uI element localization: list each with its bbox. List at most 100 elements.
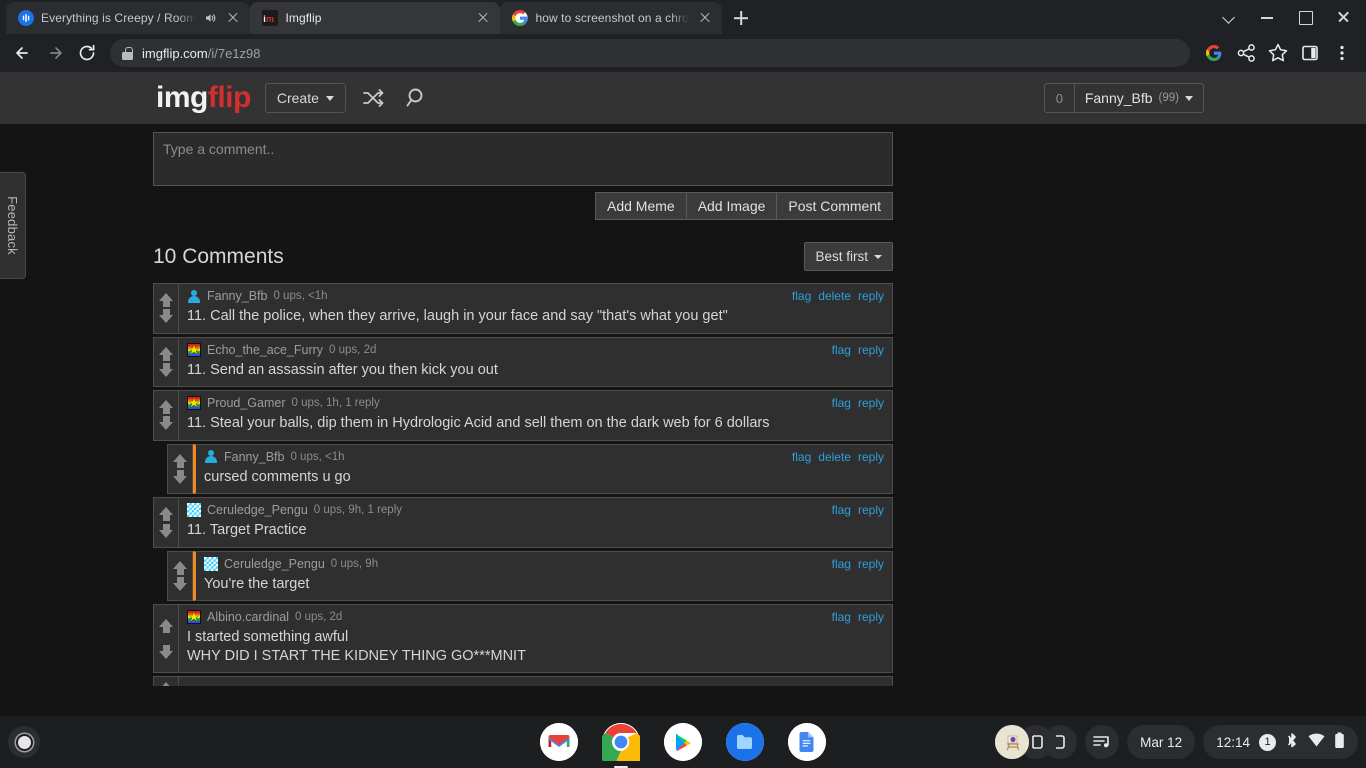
downvote-icon[interactable] <box>159 416 173 431</box>
flag-link[interactable]: flag <box>832 396 851 410</box>
delete-link[interactable]: delete <box>818 289 851 303</box>
flag-link[interactable]: flag <box>832 503 851 517</box>
rainbow-star-avatar[interactable]: ★ <box>187 342 201 357</box>
create-button[interactable]: Create <box>264 83 346 113</box>
cyan-checker-avatar[interactable] <box>204 556 218 571</box>
minimize-icon[interactable] <box>1248 0 1286 34</box>
screen-capture-group[interactable] <box>995 725 1078 759</box>
close-icon[interactable] <box>1324 0 1362 34</box>
launcher-button[interactable] <box>8 726 40 758</box>
upvote-icon[interactable] <box>159 293 173 308</box>
battery-icon[interactable] <box>1334 732 1345 752</box>
tab-close-icon[interactable] <box>696 9 714 27</box>
comment-author[interactable]: Echo_the_ace_Furry <box>207 343 323 357</box>
wifi-icon[interactable] <box>1308 733 1325 751</box>
username-dropdown[interactable]: Fanny_Bfb (99) <box>1075 84 1203 112</box>
screen-record-icon[interactable] <box>1043 725 1078 759</box>
imgflip-logo[interactable]: imgflip <box>156 81 251 115</box>
gmail-icon[interactable] <box>540 723 578 761</box>
downvote-icon[interactable] <box>159 362 173 377</box>
tab-close-icon[interactable] <box>474 9 492 27</box>
rainbow-star-avatar[interactable]: ★ <box>187 610 201 625</box>
downvote-icon[interactable] <box>173 470 187 485</box>
comment-author[interactable]: Ceruledge_Pengu <box>224 557 325 571</box>
chromeos-shelf: Mar 12 12:14 1 <box>0 716 1366 768</box>
reply-link[interactable]: reply <box>858 557 884 571</box>
add-meme-button[interactable]: Add Meme <box>594 192 687 220</box>
address-bar[interactable]: imgflip.com/i/7e1z98 <box>110 39 1190 67</box>
person-avatar[interactable] <box>204 450 218 464</box>
reply-link[interactable]: reply <box>858 450 884 464</box>
shuffle-icon[interactable] <box>356 81 390 115</box>
reply-link[interactable]: reply <box>858 289 884 303</box>
back-icon[interactable] <box>8 38 38 68</box>
comment-author[interactable]: Fanny_Bfb <box>207 289 267 303</box>
downvote-icon[interactable] <box>173 577 187 592</box>
chrome-icon[interactable] <box>597 723 646 768</box>
reload-icon[interactable] <box>72 38 102 68</box>
tab-audio-icon[interactable] <box>203 11 217 25</box>
downvote-icon[interactable] <box>159 309 173 324</box>
status-tray-button[interactable]: 12:14 1 <box>1203 725 1358 759</box>
cyan-checker-avatar[interactable] <box>187 503 201 518</box>
flag-link[interactable]: flag <box>832 557 851 571</box>
comment-author[interactable]: Proud_Gamer <box>207 396 286 410</box>
bookmark-star-icon[interactable] <box>1262 37 1294 69</box>
maximize-icon[interactable] <box>1286 0 1324 34</box>
downvote-icon[interactable] <box>159 523 173 538</box>
add-image-button[interactable]: Add Image <box>685 192 778 220</box>
feedback-tab[interactable]: Feedback <box>0 172 26 279</box>
user-avatar[interactable] <box>995 725 1030 759</box>
search-icon[interactable] <box>400 81 434 115</box>
flag-link[interactable]: flag <box>832 343 851 357</box>
comment-author[interactable]: Fanny_Bfb <box>224 450 284 464</box>
upvote-icon[interactable] <box>159 507 173 522</box>
google-docs-icon[interactable] <box>788 723 826 761</box>
reply-link[interactable]: reply <box>858 503 884 517</box>
browser-tab-3[interactable]: how to screenshot on a chromeb <box>500 2 723 34</box>
comment-meta: ★ Proud_Gamer 0 ups, 1h, 1 reply flag re… <box>187 396 884 411</box>
downvote-icon[interactable] <box>159 644 173 659</box>
flag-link[interactable]: flag <box>832 610 851 624</box>
comment-input[interactable] <box>153 132 893 186</box>
comment-author[interactable]: Ceruledge_Pengu <box>207 503 308 517</box>
reply-link[interactable]: reply <box>858 396 884 410</box>
chevron-down-icon[interactable] <box>1210 0 1248 34</box>
comment-meta: ★ Echo_the_ace_Furry 0 ups, 2d flag repl… <box>187 342 884 357</box>
flag-link[interactable]: flag <box>792 450 811 464</box>
vote-controls <box>167 443 193 495</box>
person-avatar[interactable] <box>187 289 201 303</box>
notification-badge[interactable]: 1 <box>1259 733 1276 751</box>
upvote-icon[interactable] <box>159 682 173 687</box>
rainbow-star-avatar[interactable]: ★ <box>187 396 201 411</box>
bluetooth-icon[interactable] <box>1285 732 1299 752</box>
forward-icon[interactable] <box>40 38 70 68</box>
comment-author[interactable]: Albino.cardinal <box>207 610 289 624</box>
upvote-icon[interactable] <box>159 346 173 361</box>
user-menu[interactable]: 0 Fanny_Bfb (99) <box>1043 83 1204 113</box>
comment-meta: Ceruledge_Pengu 0 ups, 9h flag reply <box>204 556 884 571</box>
upvote-icon[interactable] <box>173 560 187 575</box>
side-panel-icon[interactable] <box>1294 37 1326 69</box>
upvote-icon[interactable] <box>159 619 173 634</box>
reply-link[interactable]: reply <box>858 343 884 357</box>
upvote-icon[interactable] <box>173 453 187 468</box>
flag-link[interactable]: flag <box>792 289 811 303</box>
upvote-icon[interactable] <box>159 400 173 415</box>
share-icon[interactable] <box>1230 37 1262 69</box>
reply-link[interactable]: reply <box>858 610 884 624</box>
notification-count[interactable]: 0 <box>1045 84 1075 112</box>
google-lens-icon[interactable] <box>1198 37 1230 69</box>
post-comment-button[interactable]: Post Comment <box>776 192 893 220</box>
date-tray-button[interactable]: Mar 12 <box>1127 725 1196 759</box>
tab-close-icon[interactable] <box>224 9 242 27</box>
delete-link[interactable]: delete <box>818 450 851 464</box>
browser-tab-2[interactable]: im Imgflip <box>250 2 501 34</box>
play-store-icon[interactable] <box>664 723 702 761</box>
new-tab-button[interactable] <box>726 3 756 33</box>
browser-tab-1[interactable]: Everything is Creepy / Room <box>6 2 251 34</box>
overflow-menu-icon[interactable] <box>1326 37 1358 69</box>
sort-dropdown[interactable]: Best first <box>804 242 893 271</box>
media-playlist-icon[interactable] <box>1085 725 1120 759</box>
files-icon[interactable] <box>726 723 764 761</box>
